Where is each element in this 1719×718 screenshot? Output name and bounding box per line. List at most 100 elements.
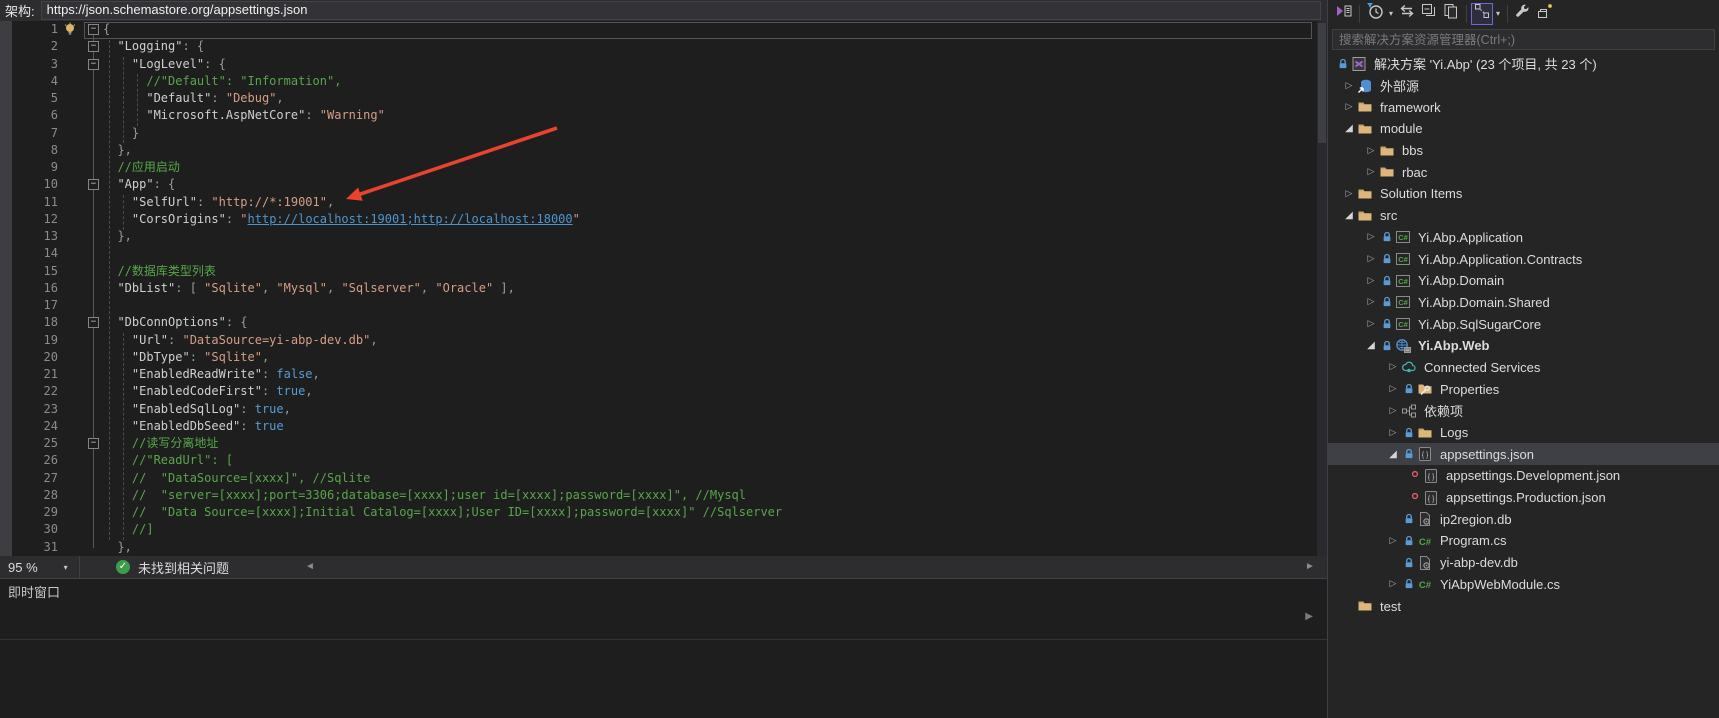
preview-selected-items-button[interactable]	[1440, 3, 1462, 25]
code-editor[interactable]: 1−{2− "Logging": {3− "LogLevel": {4 //"D…	[0, 21, 1327, 556]
chevron-collapsed-icon[interactable]: ▷	[1363, 297, 1379, 307]
code-line-7[interactable]: 7 }	[0, 125, 1327, 142]
chevron-collapsed-icon[interactable]: ▷	[1341, 189, 1357, 199]
tree-item-yi-abp-web[interactable]: ◢Yi.Abp.Web	[1328, 335, 1719, 357]
chevron-expanded-icon[interactable]: ◢	[1363, 340, 1379, 351]
code-line-23[interactable]: 23 "EnabledSqlLog": true,	[0, 401, 1327, 418]
chevron-collapsed-icon[interactable]: ▷	[1385, 362, 1401, 372]
tree-item-src[interactable]: ◢src	[1328, 205, 1719, 227]
schema-url-combobox[interactable]: https://json.schemastore.org/appsettings…	[41, 1, 1321, 20]
chevron-collapsed-icon[interactable]: ▷	[1385, 428, 1401, 438]
code-line-11[interactable]: 11 "SelfUrl": "http://*:19001",	[0, 194, 1327, 211]
code-line-17[interactable]: 17	[0, 297, 1327, 314]
code-line-1[interactable]: 1−{	[0, 21, 1327, 38]
code-line-12[interactable]: 12 "CorsOrigins": "http://localhost:1900…	[0, 211, 1327, 228]
sync-with-active-document-button[interactable]	[1471, 3, 1493, 25]
code-line-28[interactable]: 28 // "server=[xxxx];port=3306;database=…	[0, 487, 1327, 504]
scroll-right-arrow-icon[interactable]: ▶	[1305, 611, 1313, 622]
tree-item-logs[interactable]: ▷Logs	[1328, 422, 1719, 444]
code-line-27[interactable]: 27 // "DataSource=[xxxx]", //Sqlite	[0, 470, 1327, 487]
immediate-window-body[interactable]: ▶	[0, 603, 1327, 640]
code-line-29[interactable]: 29 // "Data Source=[xxxx];Initial Catalo…	[0, 504, 1327, 521]
switch-views-button[interactable]	[1333, 3, 1355, 25]
tree-item-yi-abp-sqlsugarcore[interactable]: ▷C#Yi.Abp.SqlSugarCore	[1328, 313, 1719, 335]
chevron-collapsed-icon[interactable]: ▷	[1341, 81, 1357, 91]
collapse-all-button[interactable]	[1418, 3, 1440, 25]
chevron-expanded-icon[interactable]: ◢	[1341, 210, 1357, 221]
tree-item-module[interactable]: ◢module	[1328, 118, 1719, 140]
chevron-collapsed-icon[interactable]: ▷	[1363, 167, 1379, 177]
properties-button[interactable]	[1512, 3, 1534, 25]
fold-toggle-icon[interactable]: −	[88, 317, 99, 328]
tree-item-external-sources[interactable]: ▷外部源	[1328, 75, 1719, 97]
code-line-9[interactable]: 9 //应用启动	[0, 159, 1327, 176]
code-line-16[interactable]: 16 "DbList": [ "Sqlite", "Mysql", "Sqlse…	[0, 280, 1327, 297]
tree-item-yi-abp-application[interactable]: ▷C#Yi.Abp.Application	[1328, 227, 1719, 249]
tree-item-properties[interactable]: ▷Properties	[1328, 378, 1719, 400]
fold-toggle-icon[interactable]: −	[88, 24, 99, 35]
search-input[interactable]	[1333, 30, 1714, 49]
tree-item-connected-services[interactable]: ▷Connected Services	[1328, 357, 1719, 379]
fold-toggle-icon[interactable]: −	[88, 41, 99, 52]
chevron-collapsed-icon[interactable]: ▷	[1363, 146, 1379, 156]
editor-vertical-scrollbar[interactable]	[1317, 21, 1327, 556]
tree-item-appsettings-production-json[interactable]: { }appsettings.Production.json	[1328, 487, 1719, 509]
tree-item-yiabpwebmodule-cs[interactable]: ▷C#YiAbpWebModule.cs	[1328, 574, 1719, 596]
chevron-collapsed-icon[interactable]: ▷	[1385, 536, 1401, 546]
caret-down-icon[interactable]: ▾	[1386, 9, 1396, 18]
code-line-18[interactable]: 18− "DbConnOptions": {	[0, 314, 1327, 331]
code-line-5[interactable]: 5 "Default": "Debug",	[0, 90, 1327, 107]
tree-item-yi-abp-domain-shared[interactable]: ▷C#Yi.Abp.Domain.Shared	[1328, 292, 1719, 314]
tree-item-bbs[interactable]: ▷bbs	[1328, 140, 1719, 162]
chevron-collapsed-icon[interactable]: ▷	[1385, 406, 1401, 416]
code-line-24[interactable]: 24 "EnabledDbSeed": true	[0, 418, 1327, 435]
code-line-15[interactable]: 15 //数据库类型列表	[0, 263, 1327, 280]
sync-button[interactable]	[1396, 3, 1418, 25]
chevron-expanded-icon[interactable]: ◢	[1385, 449, 1401, 460]
tree-item-yi-abp-application-contracts[interactable]: ▷C#Yi.Abp.Application.Contracts	[1328, 248, 1719, 270]
tree-item-test[interactable]: test	[1328, 595, 1719, 617]
fold-toggle-icon[interactable]: −	[88, 438, 99, 449]
code-line-6[interactable]: 6 "Microsoft.AspNetCore": "Warning"	[0, 107, 1327, 124]
chevron-collapsed-icon[interactable]: ▷	[1363, 319, 1379, 329]
tree-item-appsettings-development-json[interactable]: { }appsettings.Development.json	[1328, 465, 1719, 487]
caret-down-icon[interactable]: ▾	[1493, 9, 1503, 18]
chevron-collapsed-icon[interactable]: ▷	[1385, 579, 1401, 589]
scroll-right-arrow-icon[interactable]: ►	[1305, 561, 1315, 572]
pending-changes-filter-button[interactable]	[1364, 3, 1386, 25]
code-line-31[interactable]: 31 },	[0, 539, 1327, 556]
code-line-8[interactable]: 8 },	[0, 142, 1327, 159]
code-line-30[interactable]: 30 //]	[0, 521, 1327, 538]
show-all-files-button[interactable]	[1534, 3, 1556, 25]
immediate-window-header[interactable]: 即时窗口	[0, 579, 1327, 603]
chevron-collapsed-icon[interactable]: ▷	[1363, 276, 1379, 286]
tree-item-dependencies[interactable]: ▷依赖项	[1328, 400, 1719, 422]
tree-item-yi-abp-dev-db[interactable]: yi-abp-dev.db	[1328, 552, 1719, 574]
tree-item-solution-root[interactable]: 解决方案 'Yi.Abp' (23 个项目, 共 23 个)	[1328, 53, 1719, 75]
code-line-21[interactable]: 21 "EnabledReadWrite": false,	[0, 366, 1327, 383]
tree-item-framework[interactable]: ▷framework	[1328, 96, 1719, 118]
chevron-collapsed-icon[interactable]: ▷	[1385, 384, 1401, 394]
scroll-left-arrow-icon[interactable]: ◄	[305, 561, 315, 572]
tree-item-rbac[interactable]: ▷rbac	[1328, 161, 1719, 183]
code-line-10[interactable]: 10− "App": {	[0, 176, 1327, 193]
tree-item-appsettings-json[interactable]: ◢{ }appsettings.json	[1328, 443, 1719, 465]
chevron-expanded-icon[interactable]: ◢	[1341, 123, 1357, 134]
code-line-3[interactable]: 3− "LogLevel": {	[0, 56, 1327, 73]
chevron-collapsed-icon[interactable]: ▷	[1341, 102, 1357, 112]
code-line-13[interactable]: 13 },	[0, 228, 1327, 245]
chevron-collapsed-icon[interactable]: ▷	[1363, 232, 1379, 242]
fold-toggle-icon[interactable]: −	[88, 179, 99, 190]
code-line-26[interactable]: 26 //"ReadUrl": [	[0, 452, 1327, 469]
code-line-20[interactable]: 20 "DbType": "Sqlite",	[0, 349, 1327, 366]
code-line-14[interactable]: 14	[0, 245, 1327, 262]
code-line-25[interactable]: 25− //读写分离地址	[0, 435, 1327, 452]
code-line-22[interactable]: 22 "EnabledCodeFirst": true,	[0, 383, 1327, 400]
tree-item-yi-abp-domain[interactable]: ▷C#Yi.Abp.Domain	[1328, 270, 1719, 292]
fold-toggle-icon[interactable]: −	[88, 59, 99, 70]
code-line-2[interactable]: 2− "Logging": {	[0, 38, 1327, 55]
chevron-collapsed-icon[interactable]: ▷	[1363, 254, 1379, 264]
tree-item-ip2region-db[interactable]: ip2region.db	[1328, 508, 1719, 530]
tree-item-program-cs[interactable]: ▷C#Program.cs	[1328, 530, 1719, 552]
code-line-4[interactable]: 4 //"Default": "Information",	[0, 73, 1327, 90]
